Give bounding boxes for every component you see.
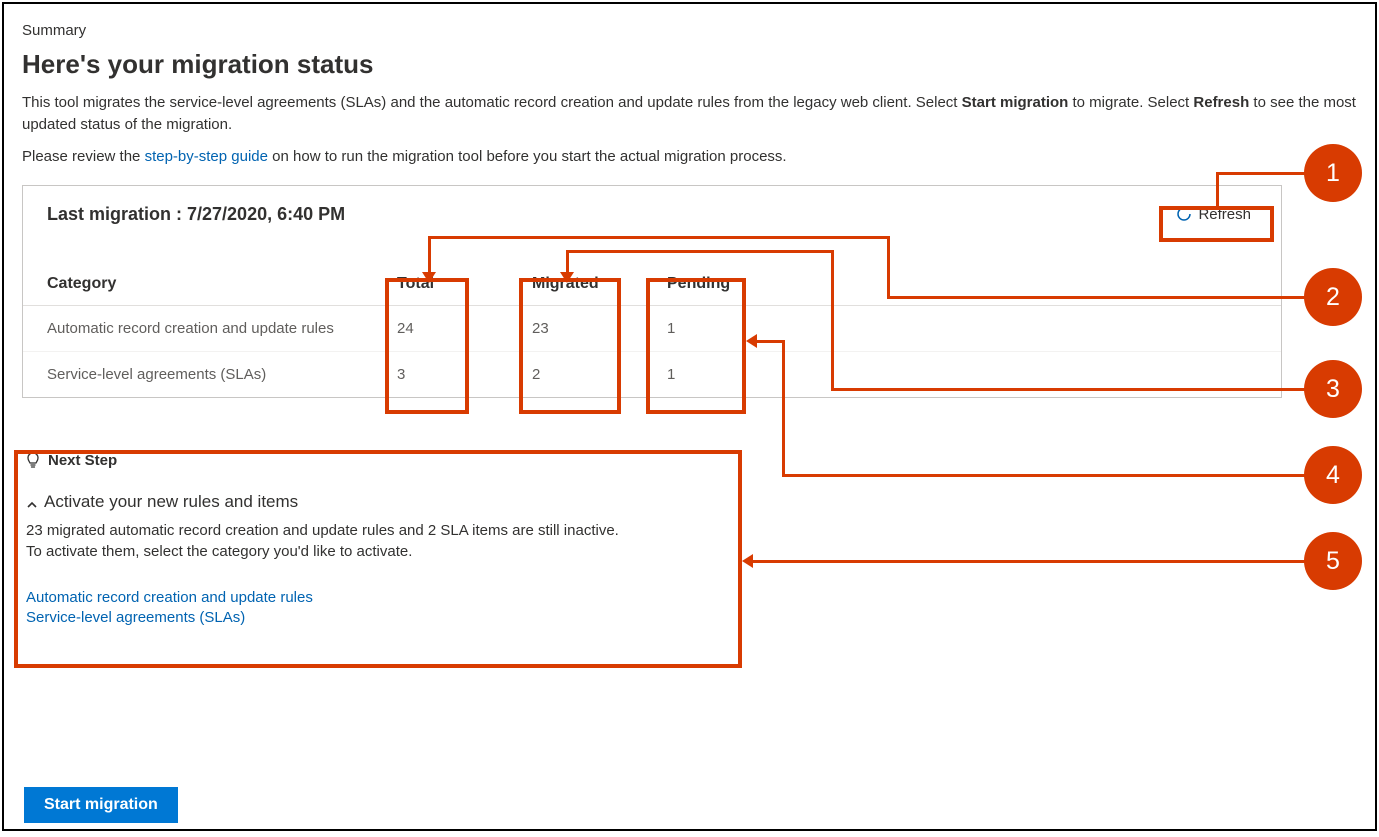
connector-1h [1216,172,1306,175]
summary-label: Summary [22,22,1357,39]
table-row: Automatic record creation and update rul… [23,305,1281,351]
cell-total: 24 [373,305,508,351]
callout-3: 3 [1304,360,1362,418]
link-slas[interactable]: Service-level agreements (SLAs) [26,608,732,628]
col-header-migrated: Migrated [508,265,643,306]
cell-pending: 1 [643,351,778,397]
refresh-button[interactable]: Refresh [1166,202,1261,227]
cell-spacer [778,305,1281,351]
review-paragraph: Please review the step-by-step guide on … [22,148,1357,165]
refresh-icon [1176,206,1192,222]
connector-5h [746,560,1306,563]
step-by-step-guide-link[interactable]: step-by-step guide [145,148,268,165]
review-pre: Please review the [22,148,145,165]
col-spacer [778,265,1281,306]
intro-text: This tool migrates the service-level agr… [22,94,962,111]
link-auto-record-rules[interactable]: Automatic record creation and update rul… [26,588,732,608]
status-table: Category Total Migrated Pending Automati… [23,265,1281,397]
cell-category: Service-level agreements (SLAs) [23,351,373,397]
page-title: Here's your migration status [22,49,1357,80]
cell-migrated: 2 [508,351,643,397]
connector-5-arrow [742,554,753,568]
next-step-title: Activate your new rules and items [44,492,298,512]
intro-text-mid: to migrate. Select [1073,94,1194,111]
connector-4h2 [782,474,1306,477]
table-row: Service-level agreements (SLAs) 3 2 1 [23,351,1281,397]
review-post: on how to run the migration tool before … [272,148,786,165]
cell-total: 3 [373,351,508,397]
next-step-title-row[interactable]: Activate your new rules and items [26,492,732,512]
intro-paragraph: This tool migrates the service-level agr… [22,92,1357,136]
intro-bold-refresh: Refresh [1193,94,1249,111]
lightbulb-icon [26,452,40,470]
start-migration-button[interactable]: Start migration [24,787,178,823]
intro-bold-start-migration: Start migration [962,94,1069,111]
col-header-pending: Pending [643,265,778,306]
callout-4: 4 [1304,446,1362,504]
next-step-body-line1: 23 migrated automatic record creation an… [26,520,732,541]
col-header-total: Total [373,265,508,306]
last-migration-label: Last migration : 7/27/2020, 6:40 PM [47,204,345,225]
table-header-row: Category Total Migrated Pending [23,265,1281,306]
next-step-links: Automatic record creation and update rul… [26,588,732,629]
status-card-header: Last migration : 7/27/2020, 6:40 PM Refr… [23,186,1281,237]
callout-5: 5 [1304,532,1362,590]
status-card: Last migration : 7/27/2020, 6:40 PM Refr… [22,185,1282,398]
refresh-label: Refresh [1198,206,1251,223]
page-frame: Summary Here's your migration status Thi… [2,2,1377,831]
next-step-header: Next Step [26,452,732,470]
cell-pending: 1 [643,305,778,351]
next-step-panel: Next Step Activate your new rules and it… [22,438,742,649]
next-step-body-line2: To activate them, select the category yo… [26,541,732,562]
col-header-category: Category [23,265,373,306]
chevron-up-icon [26,496,38,508]
cell-category: Automatic record creation and update rul… [23,305,373,351]
next-step-label: Next Step [48,452,117,469]
next-step-body: 23 migrated automatic record creation an… [26,520,732,562]
callout-2: 2 [1304,268,1362,326]
cell-spacer [778,351,1281,397]
cell-migrated: 23 [508,305,643,351]
